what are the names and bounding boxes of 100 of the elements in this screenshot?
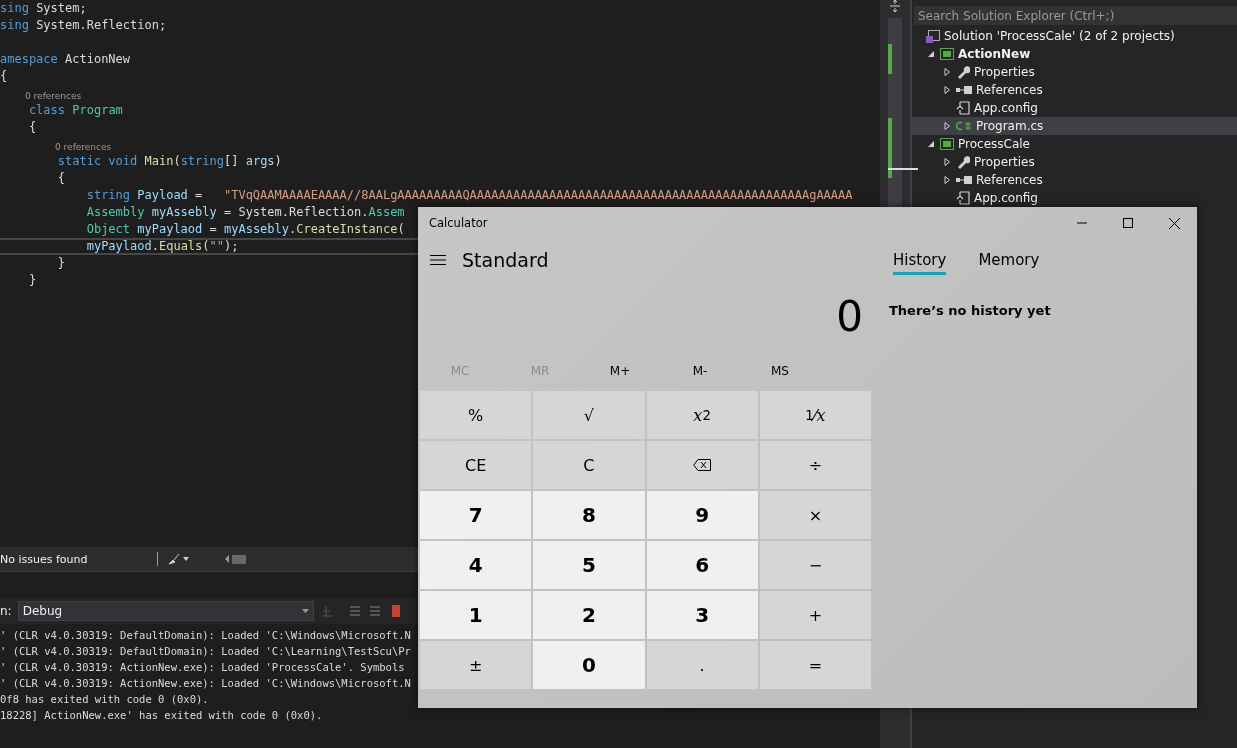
code-line: sing System; <box>0 0 87 17</box>
digit-key[interactable]: 4 <box>420 541 532 589</box>
collapsed-arrow-icon[interactable] <box>942 121 952 131</box>
output-line: ' (CLR v4.0.30319: ActionNew.exe): Loaded 'ProcessCale'. Symbols <box>0 660 405 675</box>
memory-button[interactable]: M- <box>660 351 740 391</box>
operator-key[interactable]: + <box>759 591 871 639</box>
digit-key[interactable]: 6 <box>646 541 758 589</box>
operator-key[interactable]: C <box>533 441 645 489</box>
tree-item[interactable]: App.config <box>912 189 1237 207</box>
references-icon <box>956 86 972 94</box>
digit-key[interactable]: 2 <box>533 591 645 639</box>
references-icon <box>956 176 972 184</box>
brush-icon[interactable] <box>168 553 191 565</box>
code-line: string Payload = "TVqQAAMAAAAEAAAA//8AALgAAAAAAAAAQAAAAAAAAAAAAAAAAAAAAAAAAAAAAAAAAAAAAAAAAAAAAAAAgAAAAA <box>85 187 853 204</box>
code-line: } <box>56 255 66 272</box>
digit-key[interactable]: 0 <box>533 641 645 689</box>
tree-item-label: ProcessCale <box>958 137 1030 151</box>
operator-key[interactable]: . <box>646 641 758 689</box>
tree-item[interactable]: Properties <box>912 63 1237 81</box>
tab[interactable]: History <box>893 247 947 275</box>
operator-key[interactable]: √ <box>533 391 645 439</box>
code-line: amespace ActionNew <box>0 51 131 68</box>
collapsed-arrow-icon[interactable] <box>942 157 952 167</box>
status-text: No issues found <box>0 552 88 566</box>
digit-key[interactable]: 5 <box>533 541 645 589</box>
tree-item[interactable]: Properties <box>912 153 1237 171</box>
expanded-arrow-icon[interactable] <box>926 49 936 59</box>
expanded-arrow-icon[interactable] <box>926 139 936 149</box>
code-line: { <box>0 68 8 85</box>
history-message: There’s no history yet <box>889 303 1052 318</box>
backspace-icon <box>693 459 712 471</box>
codelens-label[interactable]: 0 references <box>25 91 82 101</box>
tree-item-label: App.config <box>974 191 1038 205</box>
code-line: { <box>27 119 37 136</box>
maximize-icon <box>1123 218 1133 228</box>
output-line: 0f8 has exited with code 0 (0x0). <box>0 692 209 707</box>
close-icon <box>1168 217 1180 229</box>
output-line: ' (CLR v4.0.30319: DefaultDomain): Loaded 'C:\Windows\Microsoft.N <box>0 628 411 643</box>
caret-icon <box>301 609 309 613</box>
tree-item-label: Properties <box>974 155 1035 169</box>
solution-icon <box>926 29 940 43</box>
config-file-icon <box>956 191 970 205</box>
mode-title: Standard <box>462 249 549 271</box>
collapsed-arrow-icon[interactable] <box>942 175 952 185</box>
tree-item[interactable]: ActionNew <box>912 45 1237 63</box>
tree-item[interactable]: References <box>912 81 1237 99</box>
tree-item[interactable]: Solution 'ProcessCale' (2 of 2 projects) <box>912 27 1237 45</box>
wrench-icon <box>956 65 970 79</box>
code-line: } <box>27 272 37 289</box>
code-line: sing System.Reflection; <box>0 17 167 34</box>
project-icon <box>940 138 954 150</box>
digit-key[interactable]: 1 <box>420 591 532 639</box>
code-line: { <box>56 170 66 187</box>
operator-key[interactable]: ÷ <box>759 441 871 489</box>
toolbar-icon[interactable] <box>319 603 400 619</box>
memory-button[interactable]: MS <box>740 351 820 391</box>
code-line: class Program <box>27 102 123 119</box>
output-source-label: n: <box>0 604 12 618</box>
code-line: Assembly myAssebly = System.Reflection.Assem <box>85 204 405 221</box>
tree-item[interactable]: ProcessCale <box>912 135 1237 153</box>
collapsed-arrow-icon[interactable] <box>942 85 952 95</box>
horizontal-scrollbar-thumb[interactable] <box>232 554 247 564</box>
project-icon <box>940 48 954 60</box>
tree-item-label: App.config <box>974 101 1038 115</box>
tree-item-label: References <box>976 173 1043 187</box>
minimize-icon <box>1077 222 1087 224</box>
memory-button[interactable]: M+ <box>580 351 660 391</box>
tree-item[interactable]: Program.cs <box>912 117 1237 135</box>
output-source-dropdown[interactable]: Debug <box>17 601 314 621</box>
collapsed-arrow-icon[interactable] <box>942 67 952 77</box>
display-value: 0 <box>836 291 863 341</box>
output-line: 18228] ActionNew.exe' has exited with code 0 (0x0). <box>0 708 323 723</box>
digit-key[interactable]: 9 <box>646 491 758 539</box>
operator-key[interactable]: − <box>759 541 871 589</box>
codelens-label[interactable]: 0 references <box>55 142 112 152</box>
window-title: Calculator <box>429 216 489 230</box>
operator-key[interactable]: ± <box>420 641 532 689</box>
digit-key[interactable]: 3 <box>646 591 758 639</box>
tree-item-label: Properties <box>974 65 1035 79</box>
operator-key[interactable]: CE <box>420 441 532 489</box>
code-line: Object myPaylaod = myAssebly.CreateInstance( <box>85 221 405 238</box>
tree-item-label: References <box>976 83 1043 97</box>
tree-item[interactable]: References <box>912 171 1237 189</box>
tab[interactable]: Memory <box>978 247 1040 275</box>
digit-key[interactable]: 8 <box>533 491 645 539</box>
split-icon[interactable] <box>889 0 901 12</box>
tree-item[interactable]: App.config <box>912 99 1237 117</box>
code-line: static void Main(string[] args) <box>56 153 282 170</box>
operator-key[interactable]: = <box>759 641 871 689</box>
tree-item-label: ActionNew <box>958 47 1031 61</box>
menu-icon[interactable] <box>430 254 446 266</box>
code-line: myPaylaod.Equals(""); <box>85 240 239 253</box>
config-file-icon <box>956 101 970 115</box>
operator-key[interactable]: × <box>759 491 871 539</box>
csharp-file-icon <box>956 121 972 131</box>
output-line: ' (CLR v4.0.30319: DefaultDomain): Loaded 'C:\Learning\TestScu\Pr <box>0 644 411 659</box>
operator-key[interactable]: % <box>420 391 532 439</box>
wrench-icon <box>956 155 970 169</box>
search-field[interactable]: Search Solution Explorer (Ctrl+;) <box>914 6 1237 25</box>
digit-key[interactable]: 7 <box>420 491 532 539</box>
